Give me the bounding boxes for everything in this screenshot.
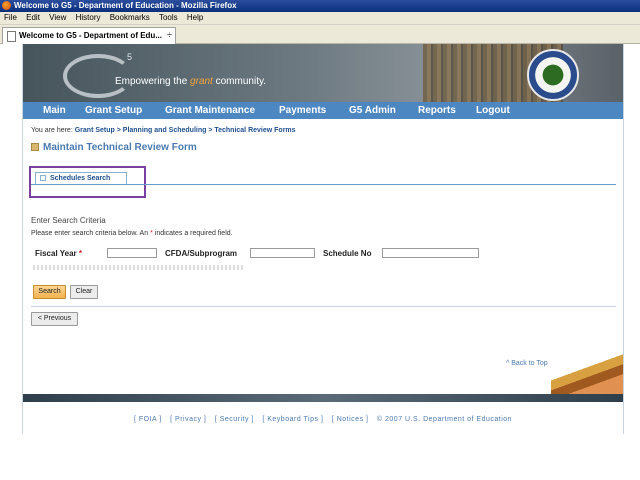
browser-tab[interactable]: Welcome to G5 - Department of Edu... ÷: [2, 27, 176, 44]
menu-bar: File Edit View History Bookmarks Tools H…: [0, 12, 640, 25]
site-banner: 5 Empowering the grant community.: [23, 44, 623, 102]
classroom-image: [551, 354, 623, 394]
nav-g5-admin[interactable]: G5 Admin: [349, 102, 396, 119]
help-text: Please enter search criteria below. An *…: [31, 230, 233, 237]
breadcrumb-path[interactable]: Grant Setup > Planning and Scheduling > …: [75, 127, 296, 134]
menu-help[interactable]: Help: [187, 13, 203, 22]
nav-reports[interactable]: Reports: [418, 102, 456, 119]
tab-icon: [40, 175, 46, 182]
window-titlebar: Welcome to G5 - Department of Education …: [0, 0, 640, 12]
page-title: Maintain Technical Review Form: [31, 142, 197, 153]
dotted-divider: [33, 265, 245, 270]
fiscal-year-input[interactable]: [107, 248, 157, 258]
browser-tab-strip: Welcome to G5 - Department of Edu... ÷: [0, 25, 640, 44]
criteria-heading: Enter Search Criteria: [31, 216, 106, 225]
page-viewport: 5 Empowering the grant community. Main G…: [0, 44, 640, 480]
department-seal-icon: [527, 49, 579, 101]
title-bullet-icon: [31, 143, 39, 152]
footer-link-keyboard-tips[interactable]: [ Keyboard Tips ]: [262, 416, 323, 423]
search-button[interactable]: Search: [33, 285, 66, 299]
tab-close-icon[interactable]: ÷: [167, 28, 172, 43]
menu-file[interactable]: File: [4, 13, 17, 22]
g5-logo-sup: 5: [127, 52, 133, 62]
nav-grant-setup[interactable]: Grant Setup: [85, 102, 142, 119]
footer-link-notices[interactable]: [ Notices ]: [332, 416, 369, 423]
schedule-no-label: Schedule No: [323, 249, 372, 258]
cfda-input[interactable]: [250, 248, 315, 258]
tab-underline: [31, 184, 616, 185]
browser-tab-label: Welcome to G5 - Department of Edu...: [19, 31, 162, 40]
nav-payments[interactable]: Payments: [279, 102, 326, 119]
schedule-no-input[interactable]: [382, 248, 479, 258]
window-title: Welcome to G5 - Department of Education …: [14, 1, 237, 10]
breadcrumb: You are here: Grant Setup > Planning and…: [31, 127, 296, 134]
footer-link-foia[interactable]: [ FOIA ]: [134, 416, 162, 423]
nav-main[interactable]: Main: [43, 102, 66, 119]
footer-copyright: © 2007 U.S. Department of Education: [376, 416, 513, 423]
menu-tools[interactable]: Tools: [159, 13, 178, 22]
menu-history[interactable]: History: [76, 13, 101, 22]
nav-grant-maintenance[interactable]: Grant Maintenance: [165, 102, 255, 119]
cfda-label: CFDA/Subprogram: [165, 249, 237, 258]
firefox-icon: [2, 1, 11, 10]
footer-link-security[interactable]: [ Security ]: [215, 416, 254, 423]
previous-button[interactable]: < Previous: [31, 312, 78, 326]
nav-logout[interactable]: Logout: [476, 102, 510, 119]
banner-tagline: Empowering the grant community.: [115, 76, 267, 87]
back-to-top-link[interactable]: ^ Back to Top: [506, 360, 548, 367]
menu-edit[interactable]: Edit: [26, 13, 40, 22]
footer-link-privacy[interactable]: [ Privacy ]: [170, 416, 206, 423]
page-container: 5 Empowering the grant community. Main G…: [22, 44, 624, 434]
fiscal-year-label: Fiscal Year *: [35, 249, 83, 258]
clear-button[interactable]: Clear: [70, 285, 98, 299]
section-separator: [31, 306, 616, 307]
menu-bookmarks[interactable]: Bookmarks: [110, 13, 150, 22]
footer-bar: [23, 394, 623, 402]
main-nav: Main Grant Setup Grant Maintenance Payme…: [23, 102, 623, 119]
menu-view[interactable]: View: [49, 13, 66, 22]
footer-links: [ FOIA ] [ Privacy ] [ Security ] [ Keyb…: [23, 416, 623, 423]
page-icon: [7, 31, 16, 42]
